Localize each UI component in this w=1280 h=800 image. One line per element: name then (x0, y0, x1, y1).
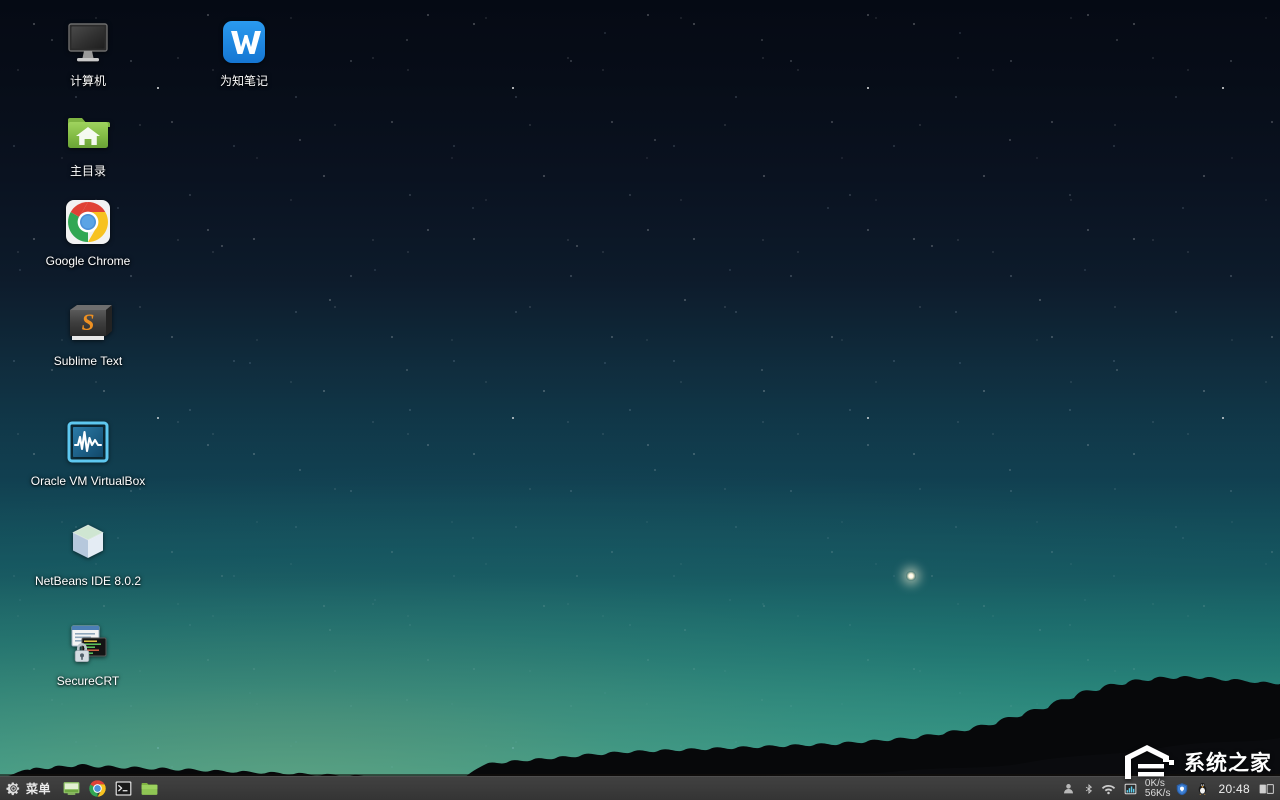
desktop-icon-home[interactable]: 主目录 (22, 108, 154, 180)
desktop-icon-grid: 计算机 主目录 Google Chrome S Sublime Text Ora… (0, 0, 1280, 776)
desktop-icon-sublime-text[interactable]: S Sublime Text (22, 298, 154, 370)
desktop-icon-computer[interactable]: 计算机 (22, 18, 154, 90)
google-chrome-icon (88, 780, 106, 797)
securecrt-icon (64, 618, 112, 666)
launcher-show-desktop[interactable] (59, 777, 83, 800)
tray-user-icon-button[interactable] (1060, 778, 1078, 800)
taskbar-panel: 菜单 0K/s 56K/s 20:48 (0, 776, 1280, 800)
desktop-icon-virtualbox[interactable]: Oracle VM VirtualBox (22, 418, 154, 490)
desktop-icon-label: 为知笔记 (219, 74, 268, 88)
folder-icon (141, 782, 157, 795)
desktop-icon-label: Oracle VM VirtualBox (30, 474, 146, 488)
desktop-icon-wiznote[interactable]: 为知笔记 (178, 18, 310, 90)
panel-left-group: 菜单 (0, 777, 162, 800)
svg-text:S: S (82, 310, 95, 335)
shield-icon (1177, 782, 1188, 795)
bluetooth-icon (1085, 783, 1092, 794)
user-icon (1064, 784, 1074, 794)
desktop-icon-label: SecureCRT (56, 674, 120, 688)
google-chrome-icon (64, 198, 112, 246)
desktop-icon-netbeans[interactable]: NetBeans IDE 8.0.2 (22, 518, 154, 590)
virtualbox-icon (64, 418, 112, 466)
workspace-switcher[interactable] (1257, 778, 1275, 800)
desktop-icon-label: Google Chrome (45, 254, 131, 268)
desktop-icon-label: Sublime Text (53, 354, 123, 368)
start-menu-label: 菜单 (26, 782, 52, 796)
clock[interactable]: 20:48 (1212, 782, 1256, 796)
desktop-icon-securecrt[interactable]: SecureCRT (22, 618, 154, 690)
tray-network-monitor-button[interactable] (1120, 778, 1142, 800)
network-speed-indicator: 0K/s 56K/s (1143, 777, 1173, 799)
launcher-google-chrome[interactable] (85, 777, 109, 800)
workspace-icon (1259, 783, 1274, 794)
tray-penguin-button[interactable] (1193, 778, 1211, 800)
desktop-icon-google-chrome[interactable]: Google Chrome (22, 198, 154, 270)
net-speed-up: 0K/s (1144, 777, 1165, 789)
net-speed-down: 56K/s (1144, 787, 1171, 799)
system-tray: 0K/s 56K/s 20:48 (1059, 777, 1280, 800)
penguin-icon (1198, 782, 1207, 795)
tray-bluetooth-button[interactable] (1080, 778, 1098, 800)
gear-icon (6, 782, 20, 796)
netbeans-cube-icon (64, 518, 112, 566)
launcher-terminal[interactable] (111, 777, 135, 800)
panel-window-list-area (162, 777, 1059, 800)
wiznote-icon (220, 18, 268, 66)
tray-update-manager-button[interactable] (1173, 778, 1191, 800)
desktop-icon-label: NetBeans IDE 8.0.2 (34, 574, 142, 588)
tray-wifi-button[interactable] (1100, 778, 1118, 800)
network-activity-icon (1125, 783, 1137, 794)
show-desktop-icon (63, 782, 79, 795)
terminal-icon (115, 781, 131, 796)
desktop-icon-label: 主目录 (69, 164, 106, 178)
computer-monitor-icon (64, 18, 112, 66)
start-menu-button[interactable]: 菜单 (0, 777, 58, 800)
wifi-icon (1102, 784, 1116, 795)
desktop-icon-label: 计算机 (69, 74, 106, 88)
launcher-file-manager[interactable] (137, 777, 161, 800)
home-folder-icon (64, 108, 112, 156)
sublime-text-icon: S (64, 298, 112, 346)
